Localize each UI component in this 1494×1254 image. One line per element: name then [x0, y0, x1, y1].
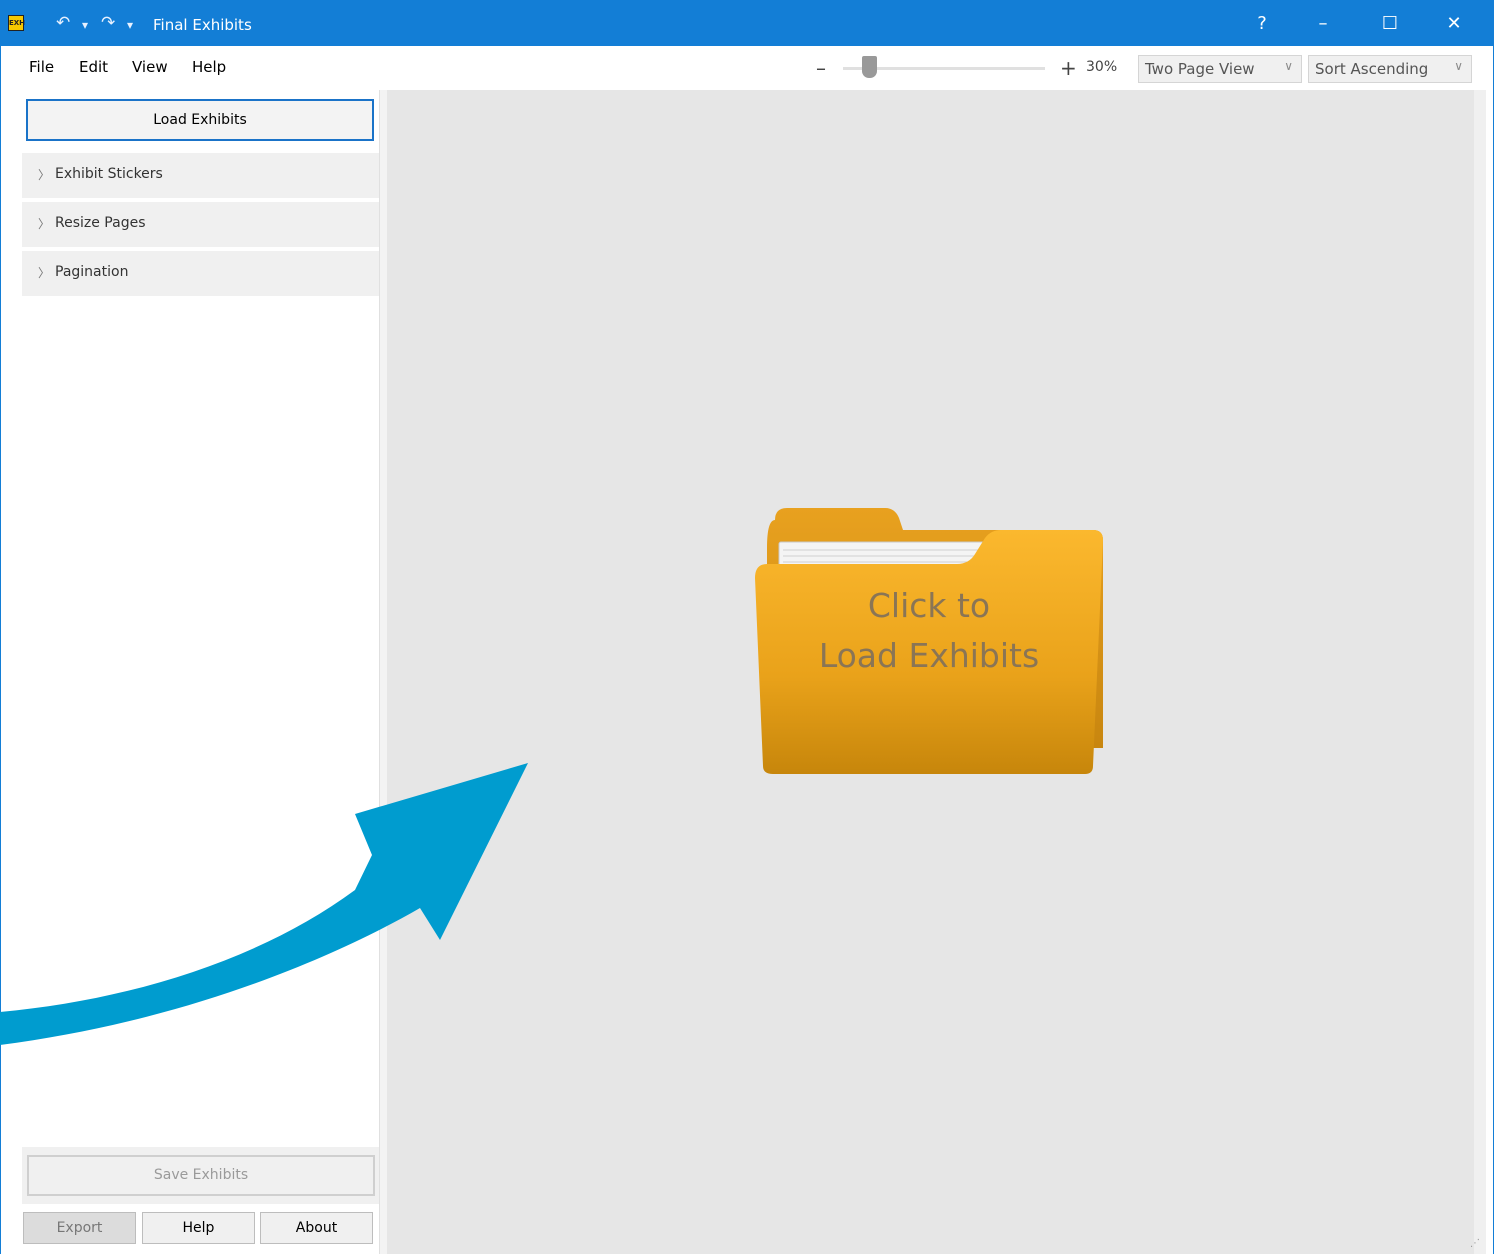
help-icon[interactable]: ?: [1239, 8, 1285, 40]
title-bar: EXH ↶ ▾ ↷ ▾ Final Exhibits ? – ☐ ✕: [0, 0, 1494, 46]
menu-help[interactable]: Help: [192, 58, 226, 76]
section-label: Resize Pages: [55, 215, 146, 231]
minimize-icon[interactable]: –: [1300, 8, 1346, 40]
window-title: Final Exhibits: [153, 16, 252, 34]
chevron-right-icon: 〉: [38, 168, 51, 182]
chevron-down-icon: ∨: [1284, 59, 1293, 73]
section-label: Exhibit Stickers: [55, 166, 163, 182]
vertical-scrollbar[interactable]: [1474, 90, 1486, 1254]
guide-arrow-icon: [0, 763, 528, 1045]
section-pagination[interactable]: 〉 Pagination: [22, 251, 379, 296]
folder-prompt-line1: Click to: [867, 586, 991, 625]
about-button[interactable]: About: [260, 1212, 373, 1244]
folder-prompt-line2: Load Exhibits: [818, 636, 1040, 675]
view-mode-select[interactable]: Two Page View ∨: [1138, 55, 1302, 83]
zoom-slider-thumb[interactable]: [861, 56, 877, 78]
left-panel: Load Exhibits 〉 Exhibit Stickers 〉 Resiz…: [9, 90, 379, 1254]
chevron-down-icon: ∨: [1454, 59, 1463, 73]
menu-edit[interactable]: Edit: [79, 58, 108, 76]
sort-value: Sort Ascending: [1315, 60, 1429, 78]
window-border-right: [1486, 46, 1494, 1254]
section-label: Pagination: [55, 264, 129, 280]
resize-grip-icon[interactable]: ⋰: [1470, 1238, 1480, 1249]
load-exhibits-button[interactable]: Load Exhibits: [26, 99, 374, 141]
export-button[interactable]: Export: [23, 1212, 136, 1244]
save-exhibits-button[interactable]: Save Exhibits: [27, 1155, 375, 1196]
load-exhibits-folder[interactable]: Click to Load Exhibits: [753, 508, 1105, 776]
chevron-right-icon: 〉: [38, 266, 51, 280]
menu-file[interactable]: File: [29, 58, 54, 76]
panel-splitter[interactable]: [379, 90, 387, 1254]
section-exhibit-stickers[interactable]: 〉 Exhibit Stickers: [22, 153, 379, 198]
close-icon[interactable]: ✕: [1431, 8, 1477, 40]
undo-icon[interactable]: ↶: [56, 13, 70, 33]
zoom-level: 30%: [1086, 59, 1118, 75]
menu-bar: File Edit View Help – + 30% Two Page Vie…: [0, 46, 1494, 90]
redo-icon[interactable]: ↷: [101, 13, 115, 33]
app-logo-icon: EXH: [8, 15, 25, 31]
help-button[interactable]: Help: [142, 1212, 255, 1244]
view-mode-value: Two Page View: [1145, 60, 1255, 78]
window-border-left: [0, 46, 9, 1254]
zoom-out-button[interactable]: –: [816, 56, 826, 80]
section-resize-pages[interactable]: 〉 Resize Pages: [22, 202, 379, 247]
zoom-in-button[interactable]: +: [1060, 56, 1077, 80]
undo-dropdown-icon[interactable]: ▾: [82, 18, 88, 32]
maximize-icon[interactable]: ☐: [1367, 8, 1413, 40]
menu-view[interactable]: View: [132, 58, 168, 76]
save-area: Save Exhibits: [22, 1147, 379, 1204]
chevron-right-icon: 〉: [38, 217, 51, 231]
sort-select[interactable]: Sort Ascending ∨: [1308, 55, 1472, 83]
redo-dropdown-icon[interactable]: ▾: [127, 18, 133, 32]
